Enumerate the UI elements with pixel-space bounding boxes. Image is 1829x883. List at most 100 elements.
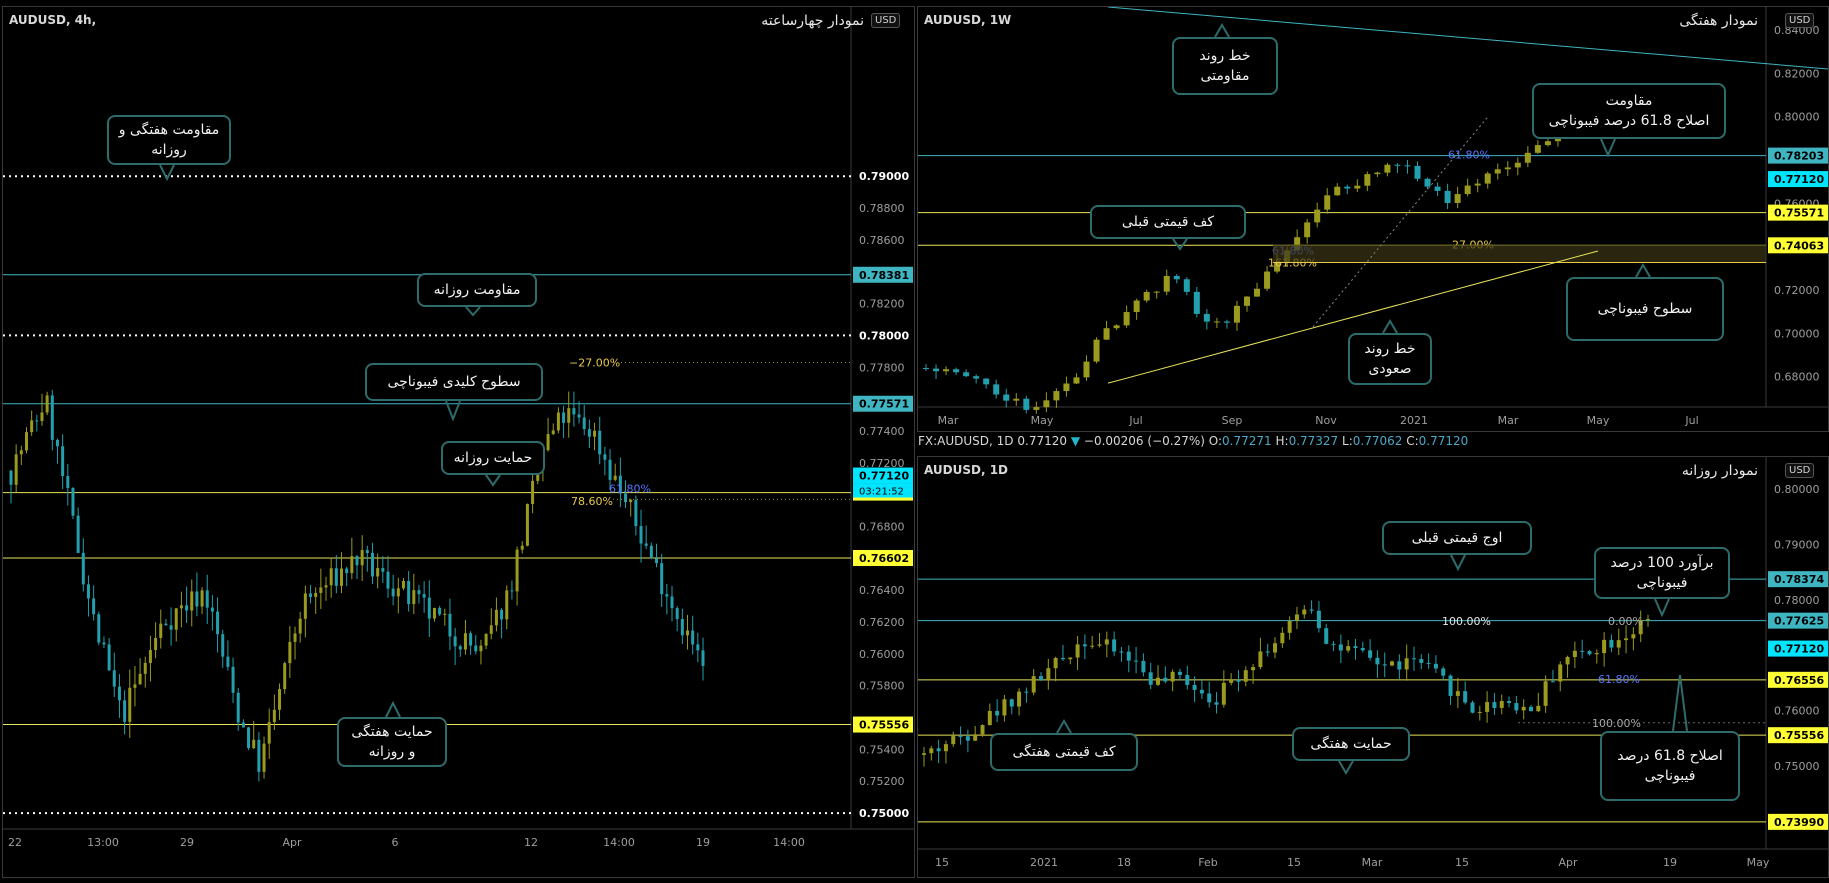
candle-body bbox=[567, 408, 571, 423]
price-label-text: 0.73990 bbox=[1774, 816, 1824, 829]
candle-body bbox=[582, 417, 586, 430]
annotation-key-fibonacci-levels: سطوح کلیدی فیبوناچی bbox=[365, 363, 543, 401]
candle-body bbox=[644, 543, 648, 546]
candle-body bbox=[1374, 172, 1381, 175]
candle-body bbox=[293, 633, 297, 642]
chart-weekly-currency-badge[interactable]: USD bbox=[1785, 13, 1815, 28]
candle-body bbox=[463, 633, 467, 650]
price-label-text: 0.76556 bbox=[1774, 674, 1824, 687]
candle-body bbox=[216, 611, 220, 635]
candle-body bbox=[1444, 190, 1451, 203]
annotation-pointer bbox=[1450, 554, 1466, 572]
candle-body bbox=[1009, 699, 1014, 707]
candle-body bbox=[634, 499, 638, 527]
chart-4h-panel[interactable]: 0.78800 0.78600 0.78200 0.77800 0.77400 0.772… bbox=[2, 6, 915, 878]
candle-body bbox=[1073, 377, 1080, 384]
candle-body bbox=[1060, 657, 1065, 660]
candle-body bbox=[1304, 222, 1311, 238]
time-tick-label: 15 bbox=[935, 856, 949, 869]
candle-body bbox=[1280, 632, 1285, 644]
candle-body bbox=[1558, 664, 1563, 682]
candle-body bbox=[1397, 661, 1402, 670]
candle-body bbox=[30, 420, 34, 433]
candle-body bbox=[350, 556, 354, 574]
chart-daily-currency-badge[interactable]: USD bbox=[1785, 463, 1815, 478]
candle-body bbox=[1499, 701, 1504, 708]
candle-body bbox=[980, 725, 985, 735]
time-tick-label: 12 bbox=[524, 836, 538, 849]
info-price: 0.77120 bbox=[1017, 434, 1067, 448]
candle-body bbox=[40, 412, 44, 422]
candle-body bbox=[1419, 659, 1424, 663]
price-label-text: 0.75556 bbox=[859, 719, 909, 732]
candle-body bbox=[1083, 361, 1090, 378]
fibonacci-level-label: 78.60% bbox=[571, 495, 613, 508]
candle-body bbox=[649, 545, 653, 559]
chart-weekly-panel[interactable]: 0.84000 0.82000 0.80000 0.76000 0.72000 0.700… bbox=[917, 6, 1829, 432]
candle-body bbox=[515, 549, 519, 592]
annotation-daily-support: حمایت روزانه bbox=[441, 441, 545, 475]
candle-body bbox=[174, 608, 178, 630]
price-label-text: 0.77120 bbox=[1774, 643, 1824, 656]
candle-body bbox=[102, 642, 106, 645]
time-tick-label: 19 bbox=[696, 836, 710, 849]
candle-body bbox=[922, 753, 926, 755]
time-tick-label: May bbox=[1747, 856, 1770, 869]
chart-daily-canvas[interactable]: 0.80000 0.79000 0.78000 0.76000 0.75000 15 202… bbox=[918, 457, 1828, 877]
candle-body bbox=[943, 744, 948, 752]
candle-body bbox=[66, 475, 70, 488]
candle-body bbox=[1134, 660, 1139, 662]
candle-body bbox=[577, 414, 581, 418]
price-label-text: 0.77571 bbox=[859, 398, 909, 411]
chart-4h-currency-badge[interactable]: USD bbox=[871, 13, 901, 28]
candle-body bbox=[1221, 682, 1226, 705]
candle-body bbox=[1309, 609, 1314, 611]
candle-body bbox=[983, 378, 990, 385]
candle-body bbox=[1039, 676, 1044, 681]
price-tick-label: 0.76000 bbox=[1774, 705, 1820, 718]
candle-body bbox=[221, 634, 225, 657]
price-tick-label: 0.75800 bbox=[859, 680, 905, 693]
time-tick-label: Mar bbox=[1362, 856, 1383, 869]
candle-body bbox=[510, 590, 514, 592]
candle-body bbox=[1031, 676, 1036, 693]
candle-body bbox=[267, 722, 271, 744]
chart-daily-panel[interactable]: 0.80000 0.79000 0.78000 0.76000 0.75000 15 202… bbox=[917, 456, 1829, 878]
info-close: 0.77120 bbox=[1418, 434, 1469, 448]
candle-body bbox=[1463, 691, 1468, 703]
candle-body bbox=[432, 607, 436, 619]
candle-body bbox=[1368, 650, 1373, 658]
time-tick-label: 15 bbox=[1287, 856, 1301, 869]
annotation-rising-trendline: خط روند صعودی bbox=[1348, 333, 1432, 385]
annotation-fib-618-retracement: اصلاح 61.8 درصد فیبوناچی bbox=[1600, 731, 1740, 801]
countdown-text: 03:21:52 bbox=[859, 487, 904, 498]
candle-body bbox=[1075, 644, 1080, 658]
candle-body bbox=[45, 395, 49, 413]
candle-body bbox=[262, 743, 266, 772]
price-tick-label: 0.78200 bbox=[859, 298, 905, 311]
annotation-pointer bbox=[485, 474, 501, 487]
info-high: 0.77327 bbox=[1288, 434, 1339, 448]
price-tick-label: 0.72000 bbox=[1774, 284, 1820, 297]
candle-body bbox=[1324, 628, 1329, 644]
time-tick-label: 14:00 bbox=[603, 836, 635, 849]
candle-body bbox=[701, 650, 705, 666]
candle-body bbox=[1414, 165, 1421, 179]
candle-body bbox=[1528, 706, 1533, 712]
price-tick-label: 0.78600 bbox=[859, 234, 905, 247]
candle-body bbox=[1193, 291, 1200, 314]
candle-body bbox=[933, 368, 940, 372]
time-tick-label: May bbox=[1587, 414, 1610, 427]
candle-body bbox=[1331, 643, 1336, 645]
candle-body bbox=[1294, 614, 1299, 621]
candle-body bbox=[9, 470, 13, 485]
time-tick-label: 29 bbox=[180, 836, 194, 849]
candle-body bbox=[1504, 167, 1511, 170]
candle-body bbox=[1492, 702, 1497, 708]
candle-body bbox=[965, 736, 970, 741]
price-tick-label: 0.75000 bbox=[1774, 760, 1820, 773]
candle-body bbox=[1203, 313, 1210, 322]
candle-body bbox=[1360, 648, 1365, 651]
candle-body bbox=[210, 607, 214, 612]
annotation-pointer bbox=[1214, 23, 1230, 38]
